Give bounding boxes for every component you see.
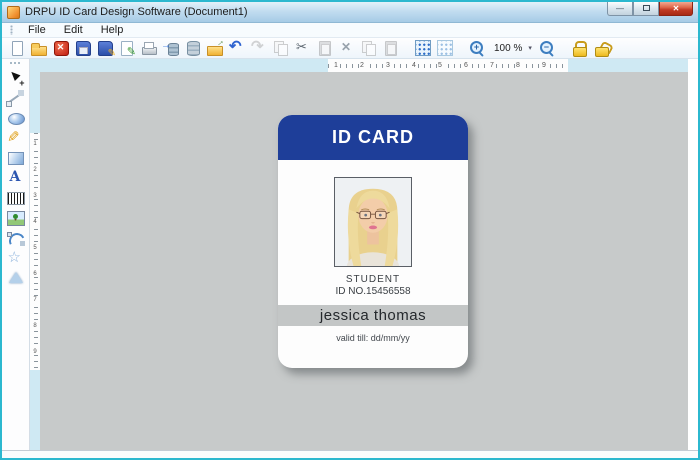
menu-edit[interactable]: Edit bbox=[55, 24, 92, 36]
show-grid-icon[interactable] bbox=[414, 39, 432, 57]
card-role-text[interactable]: STUDENT bbox=[278, 274, 468, 285]
close-icon[interactable]: ✕ bbox=[659, 2, 693, 16]
v-ruler-number: 9 bbox=[30, 349, 40, 355]
minimize-icon[interactable]: — bbox=[607, 2, 633, 16]
undo-icon[interactable] bbox=[228, 39, 246, 57]
copy-icon[interactable] bbox=[272, 39, 290, 57]
card-name-text[interactable]: jessica thomas bbox=[320, 307, 426, 324]
new-document-icon[interactable] bbox=[8, 39, 26, 57]
lock-icon[interactable] bbox=[570, 39, 588, 57]
duplicate-icon[interactable] bbox=[360, 39, 378, 57]
triangle-tool-icon[interactable] bbox=[5, 268, 27, 288]
v-ruler-number: 7 bbox=[30, 297, 40, 303]
paste-special-icon[interactable] bbox=[382, 39, 400, 57]
tool-palette bbox=[2, 59, 30, 450]
import-database-icon[interactable] bbox=[162, 39, 180, 57]
save-as-icon[interactable] bbox=[96, 39, 114, 57]
menu-help[interactable]: Help bbox=[92, 24, 133, 36]
rectangle-tool-icon[interactable] bbox=[5, 148, 27, 168]
close-document-icon[interactable] bbox=[52, 39, 70, 57]
delete-icon[interactable] bbox=[338, 39, 356, 57]
vertical-ruler-ticks: 1 2 3 4 5 6 7 8 9 bbox=[30, 133, 40, 370]
menu-bar: File Edit Help bbox=[2, 23, 698, 38]
zoom-out-icon[interactable] bbox=[538, 39, 556, 57]
card-header-band[interactable]: ID CARD bbox=[278, 115, 468, 160]
status-bar bbox=[2, 450, 698, 458]
card-name-band[interactable]: jessica thomas bbox=[278, 305, 468, 326]
main-toolbar: 100 % ▾ bbox=[2, 38, 698, 59]
curve-tool-icon[interactable] bbox=[5, 228, 27, 248]
h-ruler-number: 9 bbox=[541, 60, 547, 71]
card-title[interactable]: ID CARD bbox=[332, 127, 414, 148]
barcode-tool-icon[interactable] bbox=[5, 188, 27, 208]
line-tool-icon[interactable] bbox=[5, 88, 27, 108]
edit-icon[interactable] bbox=[118, 39, 136, 57]
ellipse-tool-icon[interactable] bbox=[5, 108, 27, 128]
h-ruler-number: 1 bbox=[333, 60, 339, 71]
zoom-level-value[interactable]: 100 % bbox=[490, 43, 524, 54]
app-icon bbox=[7, 6, 20, 19]
card-valid-till-text[interactable]: valid till: dd/mm/yy bbox=[278, 333, 468, 343]
image-tool-icon[interactable] bbox=[5, 208, 27, 228]
app-window: DRPU ID Card Design Software (Document1)… bbox=[0, 0, 700, 460]
v-ruler-number: 8 bbox=[30, 323, 40, 329]
horizontal-ruler-ticks: 1 2 3 4 5 6 7 8 9 bbox=[328, 59, 568, 72]
h-ruler-number: 2 bbox=[359, 60, 365, 71]
select-tool-icon[interactable] bbox=[5, 68, 27, 88]
horizontal-ruler: 1 2 3 4 5 6 7 8 9 bbox=[30, 59, 688, 72]
v-ruler-number: 1 bbox=[30, 141, 40, 147]
card-id-number[interactable]: ID NO.15456558 bbox=[278, 286, 468, 297]
toolbar-grip-icon bbox=[10, 25, 13, 35]
unlock-icon[interactable] bbox=[592, 39, 610, 57]
h-ruler-number: 4 bbox=[411, 60, 417, 71]
title-bar[interactable]: DRPU ID Card Design Software (Document1)… bbox=[2, 2, 698, 23]
menu-file[interactable]: File bbox=[19, 24, 55, 36]
cut-icon[interactable] bbox=[294, 39, 312, 57]
database-icon[interactable] bbox=[184, 39, 202, 57]
card-photo[interactable] bbox=[334, 177, 412, 267]
v-ruler-number: 4 bbox=[30, 219, 40, 225]
pencil-tool-icon[interactable] bbox=[5, 128, 27, 148]
portrait-image bbox=[335, 178, 411, 266]
h-ruler-number: 7 bbox=[489, 60, 495, 71]
id-card-design[interactable]: ID CARD bbox=[278, 115, 468, 368]
v-ruler-number: 6 bbox=[30, 271, 40, 277]
palette-grip-icon bbox=[9, 61, 22, 65]
star-tool-icon[interactable] bbox=[5, 248, 27, 268]
redo-icon[interactable] bbox=[250, 39, 268, 57]
h-ruler-number: 5 bbox=[437, 60, 443, 71]
open-icon[interactable] bbox=[30, 39, 48, 57]
h-ruler-number: 3 bbox=[385, 60, 391, 71]
export-folder-icon[interactable] bbox=[206, 39, 224, 57]
h-ruler-number: 6 bbox=[463, 60, 469, 71]
h-ruler-number: 8 bbox=[515, 60, 521, 71]
paste-icon[interactable] bbox=[316, 39, 334, 57]
v-ruler-number: 2 bbox=[30, 167, 40, 173]
vertical-ruler: 1 2 3 4 5 6 7 8 9 bbox=[30, 59, 40, 450]
design-canvas[interactable]: ID CARD bbox=[40, 72, 688, 450]
maximize-icon[interactable] bbox=[633, 2, 659, 16]
zoom-dropdown-icon[interactable]: ▾ bbox=[528, 44, 534, 52]
text-tool-icon[interactable] bbox=[5, 168, 27, 188]
maximize-glyph bbox=[643, 5, 650, 11]
save-icon[interactable] bbox=[74, 39, 92, 57]
v-ruler-number: 5 bbox=[30, 245, 40, 251]
print-icon[interactable] bbox=[140, 39, 158, 57]
window-title: DRPU ID Card Design Software (Document1) bbox=[25, 6, 248, 18]
zoom-in-icon[interactable] bbox=[468, 39, 486, 57]
snap-grid-icon[interactable] bbox=[436, 39, 454, 57]
v-ruler-number: 3 bbox=[30, 193, 40, 199]
